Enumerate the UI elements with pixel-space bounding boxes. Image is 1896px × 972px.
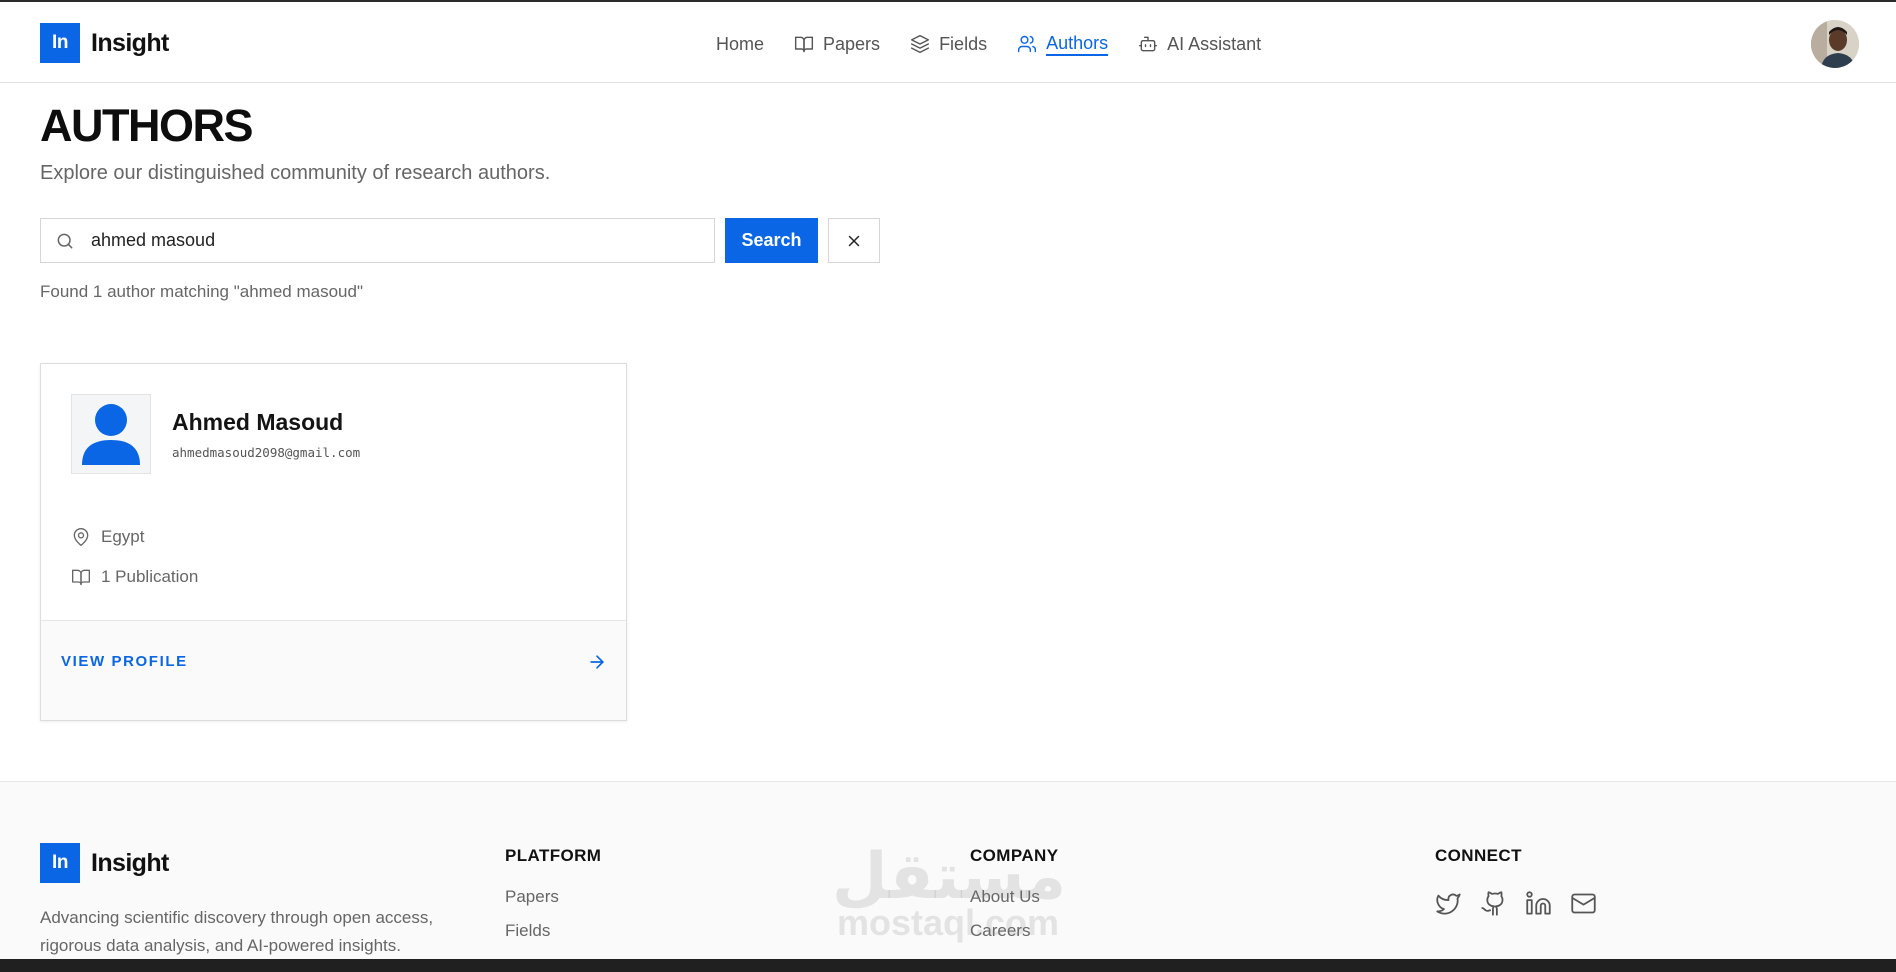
nav-fields[interactable]: Fields [910,30,987,58]
top-navbar: In Insight Home Papers Fields Authors AI… [0,2,1896,83]
footer-link-papers[interactable]: Papers [505,887,601,907]
github-icon[interactable] [1480,890,1507,917]
nav-home[interactable]: Home [716,30,764,58]
watermark: مستقل mostaql.com [832,840,1067,943]
nav-authors-label: Authors [1046,32,1109,56]
view-profile-label: VIEW PROFILE [61,653,188,670]
twitter-icon[interactable] [1435,890,1462,917]
arrow-right-icon [590,655,604,669]
footer-platform-heading: PLATFORM [505,846,602,865]
author-location-text: Egypt [101,527,145,546]
nav-ai-assistant[interactable]: AI Assistant [1138,30,1261,58]
author-avatar [71,394,151,474]
watermark-arabic: مستقل [832,840,1067,914]
search-result-count: Found 1 author matching "ahmed masoud" [40,282,363,301]
footer-platform: PLATFORM Papers Fields [505,846,601,941]
footer-link-fields[interactable]: Fields [505,921,601,941]
author-name[interactable]: Ahmed Masoud [172,409,343,436]
layers-icon [911,34,930,54]
linkedin-icon[interactable] [1525,890,1552,917]
os-taskbar [0,959,1896,972]
social-links [1435,890,1597,917]
view-profile-link[interactable]: VIEW PROFILE [41,620,626,720]
brand-logo[interactable]: In Insight [40,23,169,63]
search-input[interactable] [91,230,691,251]
watermark-latin: mostaql.com [836,902,1060,943]
map-pin-icon [73,528,89,546]
bot-icon [1139,36,1158,52]
main-nav: Home Papers Fields Authors AI Assistant [716,30,1291,58]
search-button[interactable]: Search [725,218,818,263]
author-publications-text: 1 Publication [101,567,199,586]
search-field[interactable] [40,218,715,263]
book-open-icon [794,36,814,53]
author-card[interactable]: Ahmed Masoud ahmedmasoud2098@gmail.com E… [40,363,627,721]
logo-text: Insight [91,28,169,57]
user-placeholder-icon [82,404,140,465]
page-subtitle: Explore our distinguished community of r… [40,162,551,184]
nav-ai-assistant-label: AI Assistant [1167,33,1262,54]
footer-logo-text: Insight [91,848,169,877]
user-avatar[interactable] [1811,20,1859,68]
nav-papers[interactable]: Papers [794,30,880,58]
footer-logo-badge: In [40,843,80,883]
page-title: AUTHORS [40,100,254,151]
footer-description: Advancing scientific discovery through o… [40,908,434,955]
mail-icon[interactable] [1570,890,1597,917]
footer-brand-logo[interactable]: In Insight [40,843,169,883]
search-icon [57,233,73,248]
nav-home-label: Home [716,33,765,54]
footer-connect: CONNECT [1435,846,1597,917]
close-icon [848,235,860,246]
clear-search-button[interactable] [828,218,880,263]
author-location: Egypt [71,527,144,547]
author-publications: 1 Publication [71,567,198,587]
book-open-icon [72,569,91,586]
users-icon [1018,35,1037,53]
nav-authors[interactable]: Authors [1017,30,1109,58]
logo-badge: In [40,23,80,63]
nav-fields-label: Fields [939,33,988,54]
author-email: ahmedmasoud2098@gmail.com [172,445,361,460]
footer-connect-heading: CONNECT [1435,846,1522,865]
nav-papers-label: Papers [823,33,881,54]
